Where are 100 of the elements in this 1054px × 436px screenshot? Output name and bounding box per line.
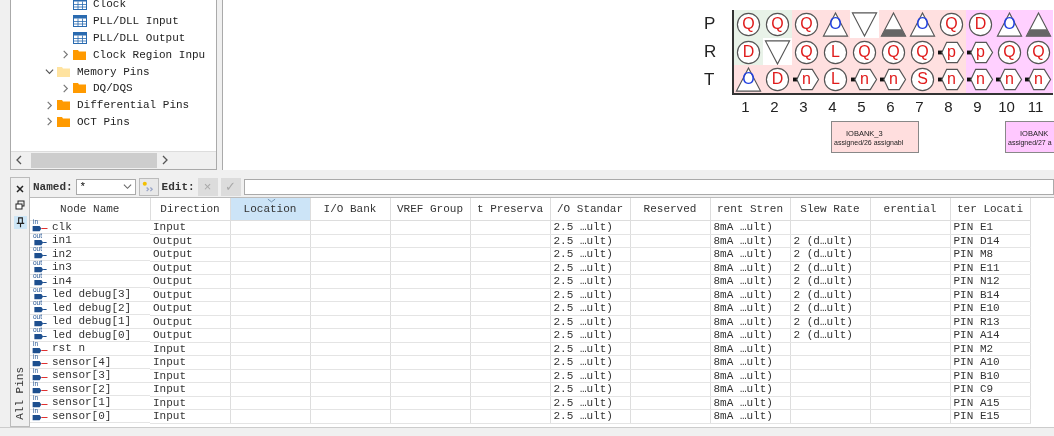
table-cell: Output <box>153 329 193 342</box>
pin-site[interactable]: S <box>908 65 937 93</box>
tree-item[interactable]: PLL/DLL Input <box>93 15 179 28</box>
tree-item[interactable]: Clock Region Inpu <box>93 48 206 61</box>
named-label: Named: <box>33 180 73 193</box>
pin-site[interactable]: p <box>937 38 966 66</box>
close-icon[interactable] <box>15 183 25 194</box>
named-combobox[interactable]: * <box>75 178 136 195</box>
pin-site[interactable]: n <box>879 65 908 93</box>
pin-site[interactable]: L <box>821 65 850 93</box>
column-header[interactable]: erential <box>870 197 950 221</box>
chevron-right-icon[interactable] <box>61 83 70 93</box>
circle-pin-icon <box>967 10 994 38</box>
column-header[interactable]: rent Stren <box>710 197 790 221</box>
chevron-right-icon[interactable] <box>45 117 54 127</box>
pin-letter: D <box>974 14 987 34</box>
pin-site[interactable]: n <box>850 65 879 93</box>
triangle-pin-icon <box>880 10 907 38</box>
pin-site[interactable]: D <box>734 38 763 66</box>
pin-site[interactable]: Q <box>734 10 763 38</box>
column-header[interactable]: Slew Rate <box>790 197 870 221</box>
column-header[interactable]: VREF Group <box>390 197 470 221</box>
pin-site[interactable]: D <box>966 10 995 38</box>
horizontal-scrollbar[interactable] <box>11 150 216 169</box>
pin-site[interactable]: Q <box>908 38 937 66</box>
input-pin-icon <box>32 346 49 354</box>
tree-item[interactable]: PLL/DLL Output <box>93 32 186 44</box>
column-header[interactable]: Reserved <box>630 197 710 221</box>
pin-site[interactable]: D <box>763 65 792 93</box>
tree-item[interactable]: Clock <box>93 0 126 11</box>
pin-site[interactable]: Q <box>995 38 1024 66</box>
pin-site[interactable]: O <box>821 10 850 38</box>
all-pins-tab[interactable]: All Pins <box>14 367 26 421</box>
pin-site[interactable]: O <box>908 10 937 38</box>
table-cell: 2.5 …ult) <box>553 383 613 396</box>
column-header[interactable]: t Preserva <box>470 197 550 221</box>
pin-site[interactable] <box>879 10 908 38</box>
scroll-right-icon[interactable] <box>161 155 169 166</box>
pin-site[interactable]: Q <box>792 38 821 66</box>
column-number: 2 <box>769 98 780 115</box>
chevron-down-icon[interactable] <box>45 67 54 77</box>
pin-site[interactable]: L <box>821 38 850 66</box>
pin-site[interactable]: Q <box>879 38 908 66</box>
pin-site[interactable]: n <box>937 65 966 93</box>
table-cell: 8mA …ult) <box>713 315 773 328</box>
edit-field[interactable] <box>243 178 1054 195</box>
restore-icon[interactable] <box>15 199 25 210</box>
pin-icon[interactable] <box>13 215 27 229</box>
table-cell: 2.5 …ult) <box>553 396 613 409</box>
pin-site[interactable]: n <box>792 65 821 93</box>
input-pin-icon <box>32 414 49 422</box>
pin-site[interactable]: O <box>734 65 763 93</box>
pin-site[interactable]: n <box>1024 65 1053 93</box>
edit-label: Edit: <box>161 180 195 193</box>
output-pin-icon <box>32 306 49 314</box>
pin-letter: D <box>742 42 755 62</box>
output-pin-icon <box>32 279 49 287</box>
tree-item[interactable]: Differential Pins <box>77 99 190 112</box>
pin-site[interactable] <box>763 38 792 66</box>
pin-site[interactable] <box>850 10 879 38</box>
pin-site[interactable]: Q <box>792 10 821 38</box>
scroll-left-icon[interactable] <box>15 155 23 166</box>
chevron-right-icon[interactable] <box>45 100 54 110</box>
pin-site[interactable]: Q <box>763 10 792 38</box>
pin-site[interactable] <box>1024 10 1053 38</box>
node-name: led debug[0] <box>52 328 132 341</box>
input-pin-icon <box>32 387 49 395</box>
table-cell: Input <box>153 356 186 369</box>
table-cell: 2 (d…ult) <box>793 248 853 261</box>
triangle-pin-icon <box>996 10 1023 38</box>
chevron-right-icon[interactable] <box>61 50 70 60</box>
pin-letter: D <box>771 69 784 89</box>
folder-icon <box>73 48 87 61</box>
input-pin-icon <box>32 373 49 381</box>
pin-site[interactable]: Q <box>937 10 966 38</box>
pin-site[interactable]: Q <box>1024 38 1053 66</box>
table-cell: 8mA …ult) <box>713 356 773 369</box>
tree-item[interactable]: DQ/DQS <box>93 82 133 95</box>
column-header[interactable]: /O Standar <box>550 197 630 221</box>
table-cell: PIN M2 <box>953 342 994 355</box>
pin-site[interactable]: n <box>966 65 995 93</box>
pin-site[interactable]: p <box>966 38 995 66</box>
column-header[interactable]: I/O Bank <box>310 197 390 221</box>
input-pin-icon <box>32 360 49 368</box>
column-header[interactable]: Direction <box>150 197 230 221</box>
pin-site[interactable]: O <box>995 10 1024 38</box>
pin-site[interactable]: n <box>995 65 1024 93</box>
table-cell: PIN C9 <box>953 383 994 396</box>
pin-site[interactable]: Q <box>850 38 879 66</box>
column-header[interactable]: Location <box>230 197 310 221</box>
pin-letter: n <box>860 69 869 89</box>
column-header[interactable]: ter Locati <box>950 197 1030 221</box>
pin-letter: n <box>947 69 956 89</box>
column-number: 10 <box>997 98 1016 115</box>
output-pin-icon <box>32 319 49 327</box>
table-cell: 8mA …ult) <box>713 342 773 355</box>
table-cell: 2 (d…ult) <box>793 234 853 247</box>
tree-item[interactable]: OCT Pins <box>77 115 130 128</box>
tree-item[interactable]: Memory Pins <box>77 65 150 78</box>
pin-letter: O <box>1003 14 1016 34</box>
